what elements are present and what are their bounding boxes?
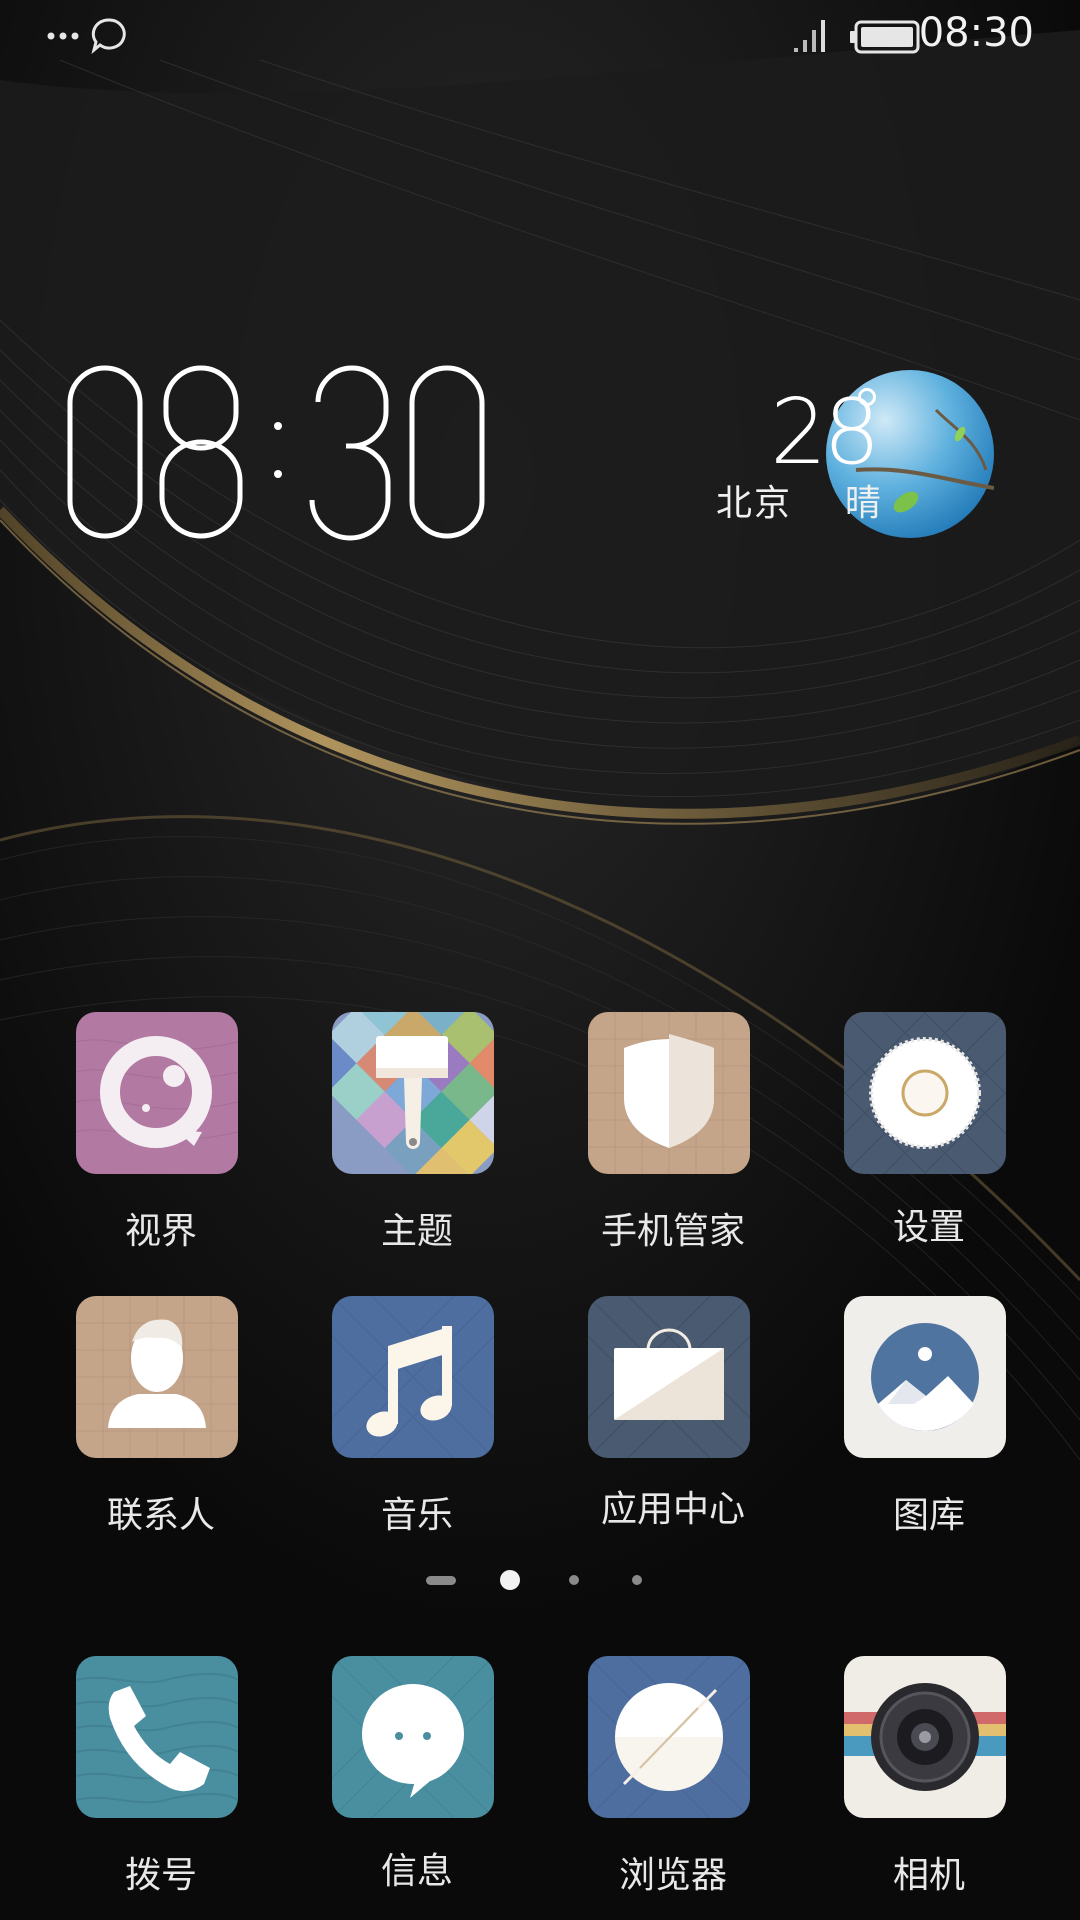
more-dots-icon	[47, 32, 79, 40]
contact-person-icon	[76, 1296, 238, 1458]
app-label: 相机	[892, 1855, 965, 1896]
app-label: 应用中心	[600, 1489, 745, 1530]
vision-icon	[76, 1012, 238, 1174]
app-label: 拨号	[124, 1855, 197, 1896]
weather-city: 北京	[716, 483, 793, 524]
message-icon	[332, 1656, 494, 1818]
shopping-bag-icon	[588, 1296, 750, 1458]
shield-icon	[588, 1012, 750, 1174]
weather-condition: 晴	[844, 483, 883, 524]
battery-icon	[850, 20, 920, 54]
degree-symbol-icon	[858, 388, 876, 406]
app-label: 音乐	[380, 1495, 453, 1536]
app-label: 信息	[380, 1851, 453, 1892]
page-dot-2-active[interactable]	[500, 1570, 520, 1590]
page-dot-4[interactable]	[632, 1575, 642, 1585]
status-time: 08:30	[918, 10, 1034, 56]
page-dot-3[interactable]	[569, 1575, 579, 1585]
app-label: 联系人	[106, 1495, 215, 1536]
clock-widget[interactable]	[66, 362, 506, 546]
page-indicator[interactable]	[0, 1568, 1080, 1592]
signal-icon	[794, 20, 825, 52]
gallery-icon	[844, 1296, 1006, 1458]
status-bar: 08:30	[0, 0, 1080, 72]
camera-icon	[844, 1656, 1006, 1818]
app-label: 视界	[124, 1211, 197, 1252]
compass-icon	[588, 1656, 750, 1818]
theme-brush-icon	[332, 1012, 494, 1174]
app-label: 主题	[380, 1211, 453, 1252]
message-bubble-icon	[91, 18, 126, 54]
weather-location: 北京 晴	[716, 474, 883, 526]
phone-icon	[76, 1656, 238, 1818]
wallpaper	[0, 0, 1080, 1920]
app-label: 设置	[892, 1207, 965, 1248]
music-note-icon	[332, 1296, 494, 1458]
page-dot-1[interactable]	[426, 1576, 456, 1585]
app-label: 手机管家	[600, 1211, 745, 1252]
gear-icon	[844, 1012, 1006, 1174]
app-label: 浏览器	[618, 1855, 727, 1896]
clock-digits	[67, 365, 485, 541]
app-label: 图库	[892, 1495, 965, 1536]
